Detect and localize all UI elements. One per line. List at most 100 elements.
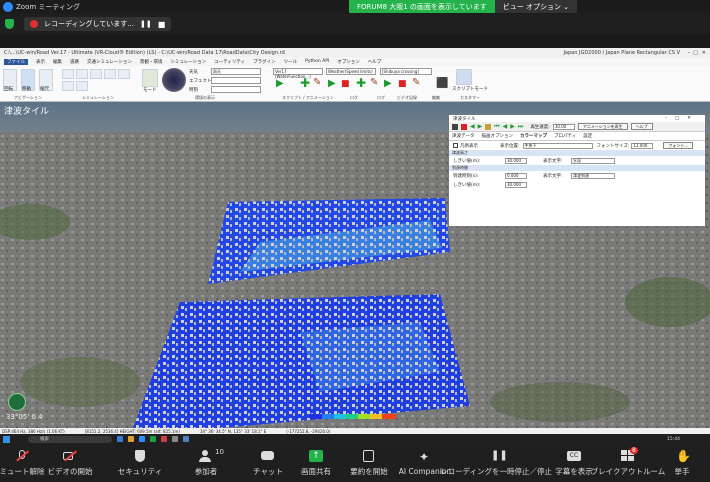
sim-icon-1[interactable] xyxy=(62,69,74,79)
taskbar-app-icon[interactable] xyxy=(183,436,189,442)
display-text-label: 表示文字: xyxy=(543,158,563,164)
taskbar-app-icon[interactable] xyxy=(117,436,123,442)
rewind-icon[interactable]: ◀ xyxy=(470,123,475,130)
font-button[interactable]: フォント... xyxy=(663,142,694,149)
pause-icon[interactable] xyxy=(485,123,492,130)
ribbon-tab[interactable]: シミュレーション xyxy=(170,59,206,65)
ribbon-tab[interactable]: 景観・環境 xyxy=(140,59,163,65)
window-minimize-icon[interactable]: – xyxy=(688,50,691,56)
ribbon: 回転 移動 縮尺 ナビゲーション シミュレーション モード 天気 雨天 エフェク… xyxy=(0,66,710,102)
taskbar-app-icon[interactable] xyxy=(172,436,178,442)
script-add-icon[interactable]: ✚ xyxy=(300,76,310,90)
threshold-input[interactable]: 30.000 xyxy=(505,157,527,164)
taskbar-app-icon[interactable] xyxy=(139,436,145,442)
show-legend-checkbox[interactable] xyxy=(453,143,458,148)
ribbon-tab[interactable]: 編集 xyxy=(53,59,62,65)
display-text-input[interactable]: 水深 xyxy=(571,157,615,164)
rotate-label: 回転 xyxy=(4,87,13,92)
tab-colormap[interactable]: カラーマップ xyxy=(520,133,547,139)
view-options-button[interactable]: ビュー オプション ⌄ xyxy=(494,0,578,13)
script-mode-button[interactable] xyxy=(456,69,472,85)
ribbon-tab[interactable]: オプション xyxy=(337,59,360,65)
ribbon-tab[interactable]: 表示 xyxy=(36,59,45,65)
tab-properties[interactable]: プロパティ xyxy=(554,133,576,139)
sim-icon-3[interactable] xyxy=(90,69,102,79)
windows-start-icon[interactable] xyxy=(3,435,10,443)
record-icon[interactable] xyxy=(461,123,467,130)
sim-icon-6[interactable] xyxy=(62,81,74,91)
taskbar-app-icon[interactable] xyxy=(161,436,167,442)
sim-icon-2[interactable] xyxy=(76,69,88,79)
scenario-add-icon[interactable]: ✚ xyxy=(356,76,366,90)
effect-select[interactable] xyxy=(211,77,261,84)
mode-label: モード xyxy=(143,88,157,93)
zoom-label: 縮尺 xyxy=(40,87,49,92)
play-icon[interactable]: ▶ xyxy=(478,123,483,130)
display-position-select[interactable]: 中央下 xyxy=(522,142,593,149)
help-button[interactable]: ヘルプ xyxy=(630,123,653,130)
scenario-select[interactable]: [Shibuya crossing] xyxy=(380,68,432,75)
zoom-summary-button[interactable]: 要約を開始 xyxy=(339,444,399,482)
log-stop-icon[interactable]: ■ xyxy=(398,79,407,89)
taskbar-app-icon[interactable] xyxy=(150,436,156,442)
prev-frame-icon[interactable]: ◀ xyxy=(503,123,508,130)
tab-tsunami-data[interactable]: 津波データ xyxy=(452,133,475,139)
last-frame-icon[interactable]: ⏭ xyxy=(518,123,523,131)
zoom-button-label: 字幕を表示 xyxy=(555,466,593,476)
scenario-play-icon[interactable]: ▶ xyxy=(328,78,336,89)
sim-icon-4[interactable] xyxy=(104,69,116,79)
time-select[interactable] xyxy=(211,86,261,93)
zoom-shield-button[interactable]: セキュリティ xyxy=(110,444,170,482)
compass-icon[interactable] xyxy=(8,393,26,411)
scenario-edit-icon[interactable]: ✎ xyxy=(370,77,378,88)
weather-script-select[interactable]: Weather(Speed limits) xyxy=(326,68,376,75)
sim-icon-5[interactable] xyxy=(118,69,130,79)
zoom-share-screen-button[interactable]: ↑ 画面共有 xyxy=(286,444,346,482)
zoom-video-off-button[interactable]: ビデオの開始 xyxy=(40,444,100,482)
script-edit-icon[interactable]: ✎ xyxy=(313,77,321,88)
script-select[interactable]: Ver17 (WaterFunction...) xyxy=(273,68,323,79)
time-dial-icon[interactable] xyxy=(162,68,186,92)
mode-button[interactable] xyxy=(142,69,158,87)
window-maximize-icon[interactable]: □ xyxy=(693,50,698,56)
next-frame-icon[interactable]: ▶ xyxy=(510,123,515,130)
keyframe-button[interactable]: アニメーションを再生 xyxy=(577,123,628,130)
ribbon-tab[interactable]: ヘルプ xyxy=(368,59,382,65)
ribbon-tab[interactable]: Python API xyxy=(305,59,329,64)
log-play-icon[interactable]: ▶ xyxy=(384,78,392,89)
zoom-raise-hand-button[interactable]: ✋ 挙手 xyxy=(652,444,710,482)
recording-dot-icon xyxy=(30,20,38,28)
ribbon-tab[interactable]: プラグイン xyxy=(253,59,276,65)
playback-speed-input[interactable]: 30.00 xyxy=(552,123,575,130)
pause-icon: ❚❚ xyxy=(491,449,508,461)
zoom-breakout-button[interactable]: 8 ブレイクアウトルーム xyxy=(591,444,665,482)
arrival-text-input[interactable]: 津波到達 xyxy=(571,172,615,179)
ribbon-tab[interactable]: ツール xyxy=(284,59,298,65)
stop-recording-icon[interactable]: ■ xyxy=(158,20,166,29)
log-edit-icon[interactable]: ✎ xyxy=(412,77,420,88)
sky-select[interactable]: 雨天 xyxy=(211,68,261,75)
video-icon[interactable]: ⬛ xyxy=(436,78,448,89)
zoom-pause-button[interactable]: ❚❚ レコーディングを一時停止／停止 xyxy=(440,444,552,482)
tab-draw-options[interactable]: 描画オプション xyxy=(482,133,514,139)
taskbar-search[interactable]: 検索 xyxy=(28,435,112,443)
ribbon-tab[interactable]: ファイル xyxy=(4,58,28,65)
ribbon-tab[interactable]: 道路 xyxy=(70,59,79,65)
script-play-icon[interactable]: ▶ xyxy=(276,78,284,89)
arrival-threshold-input[interactable]: 30.000 xyxy=(505,181,527,188)
ribbon-tab[interactable]: ユーティリティ xyxy=(214,59,245,65)
ribbon-tab[interactable]: 交通シミュレーション xyxy=(87,59,132,65)
taskbar-app-icon[interactable] xyxy=(128,436,134,442)
font-size-input[interactable]: 12.000 xyxy=(631,142,654,149)
sim-icon-7[interactable] xyxy=(76,81,88,91)
chat-icon xyxy=(261,450,275,462)
first-frame-icon[interactable]: ⏮ xyxy=(494,123,499,131)
raise-hand-icon: ✋ xyxy=(676,448,691,463)
zoom-participants-button[interactable]: 10 参加者 xyxy=(176,444,236,482)
scenario-stop-icon[interactable]: ■ xyxy=(341,79,350,89)
dialog-window-controls-icon[interactable]: –□✕ xyxy=(665,116,699,121)
window-close-icon[interactable]: ✕ xyxy=(702,50,706,56)
pause-recording-icon[interactable]: ❚❚ xyxy=(140,20,152,28)
arrival-time-input[interactable]: 0.000 xyxy=(505,172,527,179)
tab-settings[interactable]: 設定 xyxy=(583,133,592,139)
